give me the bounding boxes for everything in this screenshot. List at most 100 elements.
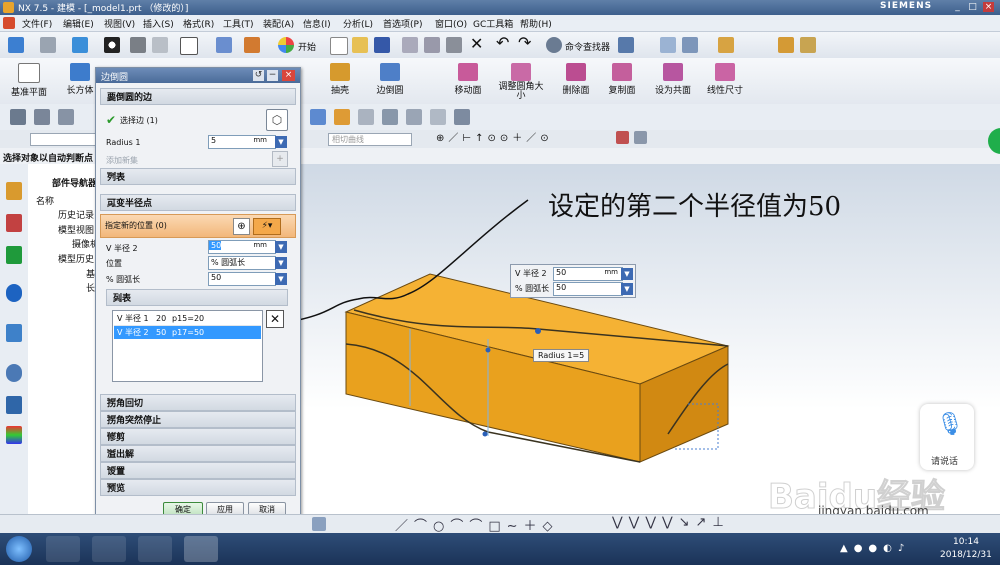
radius-dropdown[interactable]: ▼ [275, 136, 287, 148]
palette-icon[interactable] [6, 426, 22, 444]
resize-blend-button[interactable]: 调整圆角大小 [498, 63, 544, 101]
close-button[interactable]: × [983, 2, 994, 12]
position-dropdown[interactable]: ▼ [275, 257, 287, 269]
view-orient-icon[interactable] [216, 37, 232, 53]
open-file-icon[interactable] [352, 37, 368, 53]
nav-item-history[interactable]: 历史记录 [58, 208, 94, 221]
dialog-reset-icon[interactable]: ↺ [253, 70, 264, 81]
shell-button[interactable]: 抽壳 [318, 63, 362, 96]
sketch-tool-icon-5[interactable] [334, 109, 350, 125]
layer-icon[interactable] [660, 37, 676, 53]
paste-icon[interactable] [446, 37, 462, 53]
measure-icon[interactable] [778, 37, 794, 53]
taskbar-app-3-icon[interactable] [138, 536, 172, 562]
nav-item-model-history[interactable]: 模型历史 [58, 252, 94, 265]
layer-settings-icon[interactable] [682, 37, 698, 53]
snap-extra-icon[interactable] [616, 131, 629, 144]
menu-info[interactable]: 信息(I) [303, 17, 331, 30]
snap-view-icon[interactable] [244, 37, 260, 53]
menu-view[interactable]: 视图(V) [104, 17, 135, 30]
color-display-icon[interactable] [104, 37, 120, 53]
menu-analysis[interactable]: 分析(L) [343, 17, 373, 30]
datum-plane-button[interactable]: 基准平面 [6, 63, 52, 98]
new-file-icon[interactable] [330, 37, 348, 55]
taskbar-app-2-icon[interactable] [92, 536, 126, 562]
edge-blend-button[interactable]: 边倒圆 [368, 63, 412, 96]
make-coplanar-button[interactable]: 设为共面 [650, 63, 696, 96]
menu-assembly[interactable]: 装配(A) [263, 17, 294, 30]
sketch-curve-icons[interactable]: ／⌒○⌒⌒□∼＋◇ [395, 515, 559, 534]
sketch-tool-icon-7[interactable] [382, 109, 398, 125]
delete-face-button[interactable]: 删除面 [556, 63, 596, 96]
sketch-tool-icon-4[interactable] [310, 109, 326, 125]
roles-icon[interactable] [6, 396, 22, 414]
linear-dimension-button[interactable]: 线性尺寸 [702, 63, 748, 96]
section-settings[interactable]: 设置 ︾ [100, 462, 296, 479]
shaded-icon[interactable] [130, 37, 146, 53]
menu-edit[interactable]: 编辑(E) [63, 17, 94, 30]
position-select[interactable]: % 圆弧长 [208, 256, 276, 270]
nav-item-datum[interactable]: 基 [86, 267, 95, 280]
cube-view-icon[interactable] [72, 37, 88, 53]
clock-time[interactable]: 10:14 [953, 537, 979, 547]
redo-icon[interactable]: ↷ [518, 35, 531, 51]
start-orb-icon[interactable] [6, 536, 32, 562]
sketch-tool-icon-8[interactable] [406, 109, 422, 125]
maximize-button[interactable]: □ [967, 2, 978, 12]
menu-preferences[interactable]: 首选项(P) [383, 17, 422, 30]
v-radius-input[interactable]: 50 mm [208, 240, 276, 254]
menu-window[interactable]: 窗口(O) [435, 17, 467, 30]
sketch-tool-icon-2[interactable] [34, 109, 50, 125]
sketch-tool-icon-6[interactable] [358, 109, 374, 125]
menu-gc-toolbox[interactable]: GC工具箱 [473, 17, 513, 30]
graphics-viewport[interactable]: V 半径 2 50 mm ▼ % 圆弧长 50 ▼ Radius 1=5 设定的… [298, 128, 1000, 518]
snap-extra-icon-2[interactable] [634, 131, 647, 144]
start-button[interactable]: 开始 [298, 40, 316, 53]
tray-icons[interactable]: ▲●●◐♪ [840, 543, 930, 555]
select-filter-icon[interactable] [8, 37, 24, 53]
add-new-set-button[interactable]: + [272, 151, 288, 167]
sketch-tool-icon-1[interactable] [10, 109, 26, 125]
variable-points-list[interactable]: V 半径 1 20 p15=20 V 半径 2 50 p17=50 [112, 310, 263, 382]
start-icon[interactable] [278, 37, 294, 53]
section-trim[interactable]: 修剪 ︾ [100, 428, 296, 445]
save-icon[interactable] [374, 37, 390, 53]
constraint-icons[interactable]: ⋁⋁⋁⋁↘↗⊥ [612, 515, 730, 530]
sketch-tool-icon-9[interactable] [430, 109, 446, 125]
section-edges-to-blend[interactable]: 要倒圆的边 ︽ [100, 88, 296, 105]
menu-tools[interactable]: 工具(T) [223, 17, 254, 30]
process-studio-icon[interactable] [6, 324, 22, 342]
remove-point-button[interactable]: ✕ [266, 310, 284, 328]
clock-date[interactable]: 2018/12/31 [940, 550, 992, 560]
popup-v-radius-input[interactable]: 50 mm [553, 267, 623, 281]
inferred-point-icon[interactable]: ⚡▾ [253, 218, 281, 235]
point-dialog-icon[interactable]: ⊕ [233, 218, 250, 235]
menu-insert[interactable]: 插入(S) [143, 17, 174, 30]
nav-item-model-views[interactable]: 模型视图 [58, 223, 94, 236]
history-icon[interactable] [6, 364, 22, 382]
list-item[interactable]: V 半径 1 20 p15=20 [114, 312, 261, 326]
taskbar-nx-icon[interactable] [184, 536, 218, 562]
select-edge-button[interactable]: ⬡ [266, 109, 288, 131]
info-icon[interactable] [618, 37, 634, 53]
radius-input[interactable]: 5 mm [208, 135, 276, 149]
dialog-close-button[interactable]: × [282, 70, 295, 81]
menu-help[interactable]: 帮助(H) [520, 17, 552, 30]
sketch-tool-icon-3[interactable] [58, 109, 74, 125]
section-list-1[interactable]: 列表 ︾ [100, 168, 296, 185]
sketch-finish-icon[interactable] [312, 517, 326, 531]
minimize-button[interactable]: _ [952, 2, 963, 12]
render-style-icon[interactable] [40, 37, 56, 53]
menu-file[interactable]: 文件(F) [22, 17, 52, 30]
orient-icon[interactable] [718, 37, 734, 53]
cut-icon[interactable] [402, 37, 418, 53]
part-nav-icon[interactable] [6, 214, 22, 232]
voice-assistant-button[interactable]: 🎙 请说话 [920, 404, 974, 470]
command-finder-button[interactable]: 命令查找器 [565, 40, 610, 53]
assembly-nav-icon[interactable] [6, 182, 22, 200]
specify-position-row[interactable]: 指定新的位置 (0) ⊕ ⚡▾ [100, 214, 296, 238]
popup-arc-dropdown[interactable]: ▼ [621, 283, 633, 295]
delete-icon[interactable]: ✕ [470, 36, 483, 52]
sketch-tool-icon-10[interactable] [454, 109, 470, 125]
section-corner-setback[interactable]: 拐角回切 ︾ [100, 394, 296, 411]
